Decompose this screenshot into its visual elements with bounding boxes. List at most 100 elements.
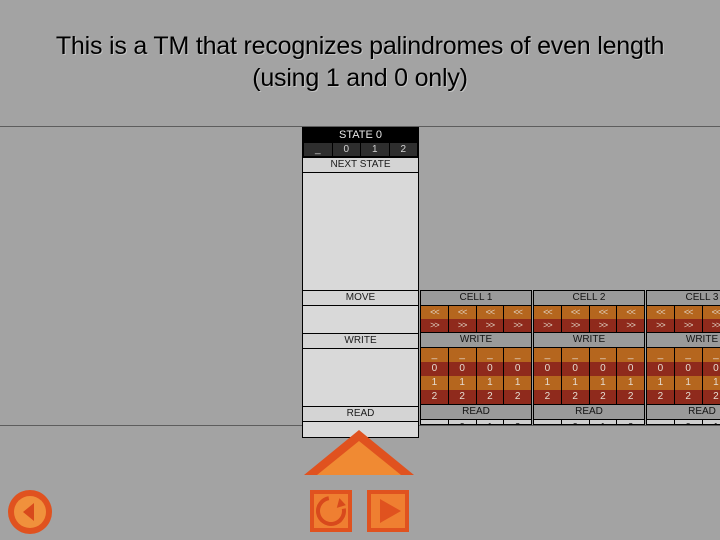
write-cell[interactable]: 2: [476, 390, 504, 404]
write-cell[interactable]: 0: [421, 362, 448, 376]
write-cell[interactable]: 2: [448, 390, 476, 404]
move-left-icon[interactable]: <<: [421, 306, 448, 319]
write-cell[interactable]: _: [561, 348, 589, 362]
next-state-body[interactable]: [303, 173, 418, 291]
write-cell[interactable]: _: [647, 348, 674, 362]
write-cell[interactable]: 1: [448, 376, 476, 390]
read-cell[interactable]: 1: [476, 420, 504, 424]
write-cell[interactable]: 0: [534, 362, 561, 376]
write-body[interactable]: [303, 349, 418, 406]
state-symbol-cell[interactable]: _: [304, 143, 332, 156]
read-cell[interactable]: _: [647, 420, 674, 424]
write-row: 2 2 2 2: [421, 390, 531, 404]
reset-button[interactable]: [310, 490, 352, 532]
back-button[interactable]: [8, 490, 52, 534]
write-cell[interactable]: 1: [561, 376, 589, 390]
move-left-icon[interactable]: <<: [476, 306, 504, 319]
cell-read-label: READ: [421, 404, 531, 420]
write-cell[interactable]: 0: [589, 362, 617, 376]
write-cell[interactable]: 1: [647, 376, 674, 390]
read-cell[interactable]: 0: [448, 420, 476, 424]
write-row: _ _ _ _: [534, 348, 644, 362]
write-cell[interactable]: _: [674, 348, 702, 362]
write-cell[interactable]: _: [617, 348, 644, 362]
write-cell[interactable]: 0: [448, 362, 476, 376]
read-cell[interactable]: 2: [504, 420, 531, 424]
tape-cell: CELL 2 << << << << >> >> >> >> WRITE _ _…: [533, 290, 645, 425]
write-cell[interactable]: 2: [674, 390, 702, 404]
write-cell[interactable]: _: [589, 348, 617, 362]
write-cell[interactable]: _: [476, 348, 504, 362]
move-body[interactable]: [303, 306, 418, 333]
move-right-icon[interactable]: >>: [674, 319, 702, 332]
cell-title: CELL 2: [534, 291, 644, 306]
write-cell[interactable]: 2: [534, 390, 561, 404]
read-row: _ 0 1 2: [534, 420, 644, 424]
write-cell[interactable]: 2: [504, 390, 531, 404]
move-left-icon[interactable]: <<: [534, 306, 561, 319]
write-cell[interactable]: 1: [589, 376, 617, 390]
tape-cells-region: CELL 1 << << << << >> >> >> >> WRITE _ _…: [420, 290, 720, 425]
move-left-icon[interactable]: <<: [504, 306, 531, 319]
write-cell[interactable]: 0: [674, 362, 702, 376]
move-left-icon[interactable]: <<: [617, 306, 644, 319]
read-cell[interactable]: 1: [589, 420, 617, 424]
read-cell[interactable]: _: [421, 420, 448, 424]
state-symbol-cell[interactable]: 2: [389, 143, 417, 156]
move-right-icon[interactable]: >>: [702, 319, 720, 332]
write-cell[interactable]: 1: [617, 376, 644, 390]
write-cell[interactable]: _: [702, 348, 720, 362]
back-chevron-icon: [22, 503, 34, 521]
write-cell[interactable]: 0: [617, 362, 644, 376]
move-right-icon[interactable]: >>: [448, 319, 476, 332]
move-left-icon[interactable]: <<: [647, 306, 674, 319]
write-cell[interactable]: 0: [561, 362, 589, 376]
write-cell[interactable]: 2: [702, 390, 720, 404]
cell-write-label: WRITE: [534, 332, 644, 348]
move-right-icon[interactable]: >>: [589, 319, 617, 332]
move-left-icon[interactable]: <<: [702, 306, 720, 319]
move-left-icon[interactable]: <<: [589, 306, 617, 319]
write-cell[interactable]: _: [448, 348, 476, 362]
write-cell[interactable]: 2: [647, 390, 674, 404]
move-right-row: >> >> >> >>: [421, 319, 531, 332]
read-cell[interactable]: 1: [702, 420, 720, 424]
state-symbol-cell[interactable]: 1: [361, 143, 389, 156]
state-symbol-cell[interactable]: 0: [332, 143, 360, 156]
move-right-icon[interactable]: >>: [534, 319, 561, 332]
write-cell[interactable]: 1: [534, 376, 561, 390]
play-button[interactable]: [367, 490, 409, 532]
move-right-icon[interactable]: >>: [421, 319, 448, 332]
write-cell[interactable]: 0: [476, 362, 504, 376]
move-right-icon[interactable]: >>: [476, 319, 504, 332]
write-cell[interactable]: 2: [421, 390, 448, 404]
move-left-icon[interactable]: <<: [674, 306, 702, 319]
write-cell[interactable]: 1: [702, 376, 720, 390]
move-label: MOVE: [303, 291, 418, 306]
write-cell[interactable]: 2: [617, 390, 644, 404]
write-cell[interactable]: 2: [561, 390, 589, 404]
write-cell[interactable]: 0: [702, 362, 720, 376]
write-cell[interactable]: 1: [504, 376, 531, 390]
move-right-icon[interactable]: >>: [504, 319, 531, 332]
write-cell[interactable]: 0: [504, 362, 531, 376]
move-right-icon[interactable]: >>: [647, 319, 674, 332]
move-left-icon[interactable]: <<: [448, 306, 476, 319]
move-left-icon[interactable]: <<: [561, 306, 589, 319]
read-cell[interactable]: 2: [617, 420, 644, 424]
write-cell[interactable]: _: [504, 348, 531, 362]
read-cell[interactable]: _: [534, 420, 561, 424]
write-cell[interactable]: 1: [674, 376, 702, 390]
write-cell[interactable]: 1: [421, 376, 448, 390]
write-cell[interactable]: 0: [647, 362, 674, 376]
move-right-icon[interactable]: >>: [617, 319, 644, 332]
write-cell[interactable]: 2: [589, 390, 617, 404]
write-label: WRITE: [303, 333, 418, 349]
write-cell[interactable]: 1: [476, 376, 504, 390]
write-cell[interactable]: _: [534, 348, 561, 362]
write-cell[interactable]: _: [421, 348, 448, 362]
read-cell[interactable]: 0: [674, 420, 702, 424]
state-symbol-row: _ 0 1 2: [303, 143, 418, 157]
move-right-icon[interactable]: >>: [561, 319, 589, 332]
read-cell[interactable]: 0: [561, 420, 589, 424]
